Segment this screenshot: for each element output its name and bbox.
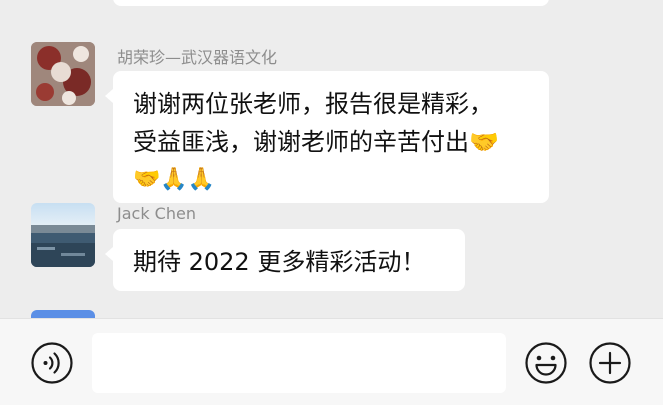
message-bubble[interactable]: 期待 2022 更多精彩活动！ bbox=[105, 229, 465, 291]
message-text: 谢谢两位张老师，报告很是精彩， bbox=[133, 90, 493, 118]
emoji-icon[interactable] bbox=[524, 341, 568, 385]
message-text: 期待 2022 更多精彩活动！ bbox=[133, 248, 426, 276]
plus-icon[interactable] bbox=[588, 341, 632, 385]
chat-message-list[interactable]: 胡荣珍—武汉器语文化 谢谢两位张老师，报告很是精彩， 受益匪浅，谢谢老师的辛苦付… bbox=[0, 0, 663, 318]
chat-input-bar bbox=[0, 318, 663, 405]
message-input[interactable] bbox=[92, 333, 506, 393]
sender-name: Jack Chen bbox=[117, 204, 196, 223]
sender-name: 胡荣珍—武汉器语文化 bbox=[117, 48, 278, 67]
voice-icon[interactable] bbox=[30, 341, 74, 385]
avatar[interactable] bbox=[31, 310, 95, 318]
previous-message-bubble bbox=[113, 0, 549, 6]
avatar[interactable] bbox=[31, 42, 95, 106]
avatar[interactable] bbox=[31, 203, 95, 267]
message-emoji: 🤝🙏🙏 bbox=[133, 167, 216, 192]
message-bubble[interactable]: 谢谢两位张老师，报告很是精彩， 受益匪浅，谢谢老师的辛苦付出🤝 🤝🙏🙏 bbox=[105, 71, 549, 203]
message-text: 受益匪浅，谢谢老师的辛苦付出🤝 bbox=[133, 128, 499, 156]
